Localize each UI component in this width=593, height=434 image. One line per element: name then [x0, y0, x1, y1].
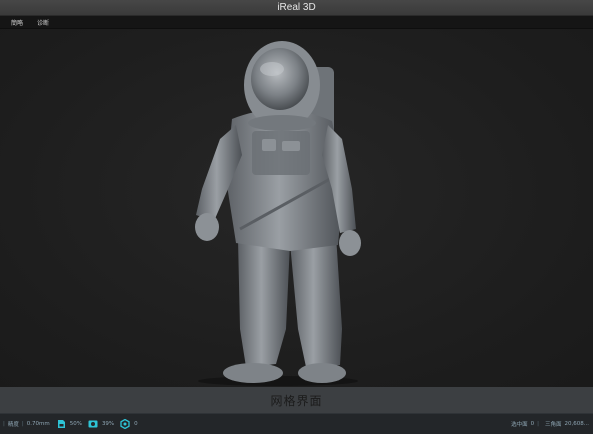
menu-item-simplify[interactable]: 簡略: [4, 18, 30, 27]
capture-percent: 39%: [101, 421, 115, 427]
marker-count: 0: [134, 421, 138, 427]
marker-hexagon-icon: [120, 419, 130, 429]
selected-faces-label: 选中面: [511, 422, 528, 428]
caption-strip: 网格界面: [0, 387, 593, 413]
status-left: | 精度 | 0.70mm 50% 39% 0: [0, 419, 138, 429]
memory-card-icon: [56, 419, 66, 429]
menu-item-diagnose[interactable]: 诊断: [30, 18, 56, 27]
separator: |: [3, 421, 5, 427]
caption-text: 网格界面: [270, 393, 323, 408]
astronaut-mesh-model[interactable]: [0, 29, 593, 387]
3d-viewport[interactable]: [0, 29, 593, 387]
triangle-faces-label: 三角面: [544, 422, 562, 428]
precision-value: 0.70mm: [26, 421, 50, 427]
camera-capture-icon: [88, 419, 98, 429]
precision-label: 精度: [7, 422, 19, 428]
memory-percent: 50%: [69, 421, 82, 427]
status-right: 选中面 0 | 三角面 20,608...: [508, 420, 593, 428]
separator: |: [21, 421, 24, 427]
window-title: iReal 3D: [277, 2, 316, 13]
title-bar: iReal 3D: [0, 0, 593, 16]
triangle-faces-value: 20,608...: [564, 421, 590, 427]
status-bar: | 精度 | 0.70mm 50% 39% 0 选中面 0 | 三角面 20,6…: [0, 413, 593, 434]
selected-faces-value: 0: [530, 421, 535, 427]
separator: |: [537, 421, 539, 427]
menu-bar: 簡略 诊断: [0, 16, 593, 29]
